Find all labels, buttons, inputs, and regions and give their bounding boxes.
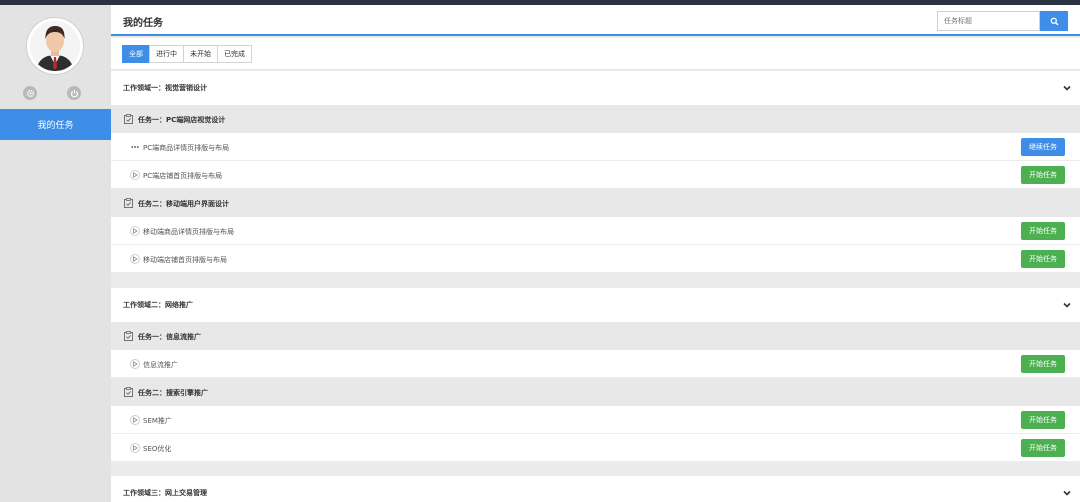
start-task-button[interactable]: 开始任务 <box>1021 355 1065 373</box>
work-area-title: 工作领域一：视觉营销设计 <box>123 84 207 92</box>
sidebar-item-my-tasks[interactable]: 我的任务 <box>0 109 111 140</box>
play-icon <box>130 254 140 264</box>
subtask-row: 移动端商品详情页排版与布局 开始任务 <box>111 217 1080 245</box>
subtask-label: 移动端商品详情页排版与布局 <box>143 228 234 236</box>
work-area-title: 工作领域二：网络推广 <box>123 301 193 309</box>
task-title: 任务二：移动端用户界面设计 <box>138 200 229 208</box>
task-title: 任务二：搜索引擎推广 <box>138 389 208 397</box>
clipboard-check-icon <box>124 198 133 208</box>
subtask-label: PC端商品详情页排版与布局 <box>143 144 230 152</box>
tab-3[interactable]: 已完成 <box>217 45 252 63</box>
chevron-down-icon[interactable] <box>1062 488 1072 498</box>
side-icon-bar <box>0 86 111 100</box>
subtask-row: 信息流推广 开始任务 <box>111 350 1080 378</box>
chevron-down-icon[interactable] <box>1062 83 1072 93</box>
work-area-header[interactable]: 工作领域二：网络推广 <box>111 288 1080 322</box>
task-row: 任务一：信息流推广 <box>111 322 1080 350</box>
gear-icon[interactable] <box>23 86 37 100</box>
play-icon <box>130 170 140 180</box>
subtask-label: 信息流推广 <box>143 361 178 369</box>
tab-2[interactable]: 未开始 <box>183 45 218 63</box>
clipboard-check-icon <box>124 387 133 397</box>
work-area-header[interactable]: 工作领域一：视觉营销设计 <box>111 71 1080 105</box>
play-icon <box>130 226 140 236</box>
subtask-row: PC端店铺首页排版与布局 开始任务 <box>111 161 1080 189</box>
play-icon <box>130 359 140 369</box>
subtask-row: SEO优化 开始任务 <box>111 434 1080 462</box>
play-icon <box>130 415 140 425</box>
start-task-button[interactable]: 开始任务 <box>1021 222 1065 240</box>
main-content: 我的任务 全部进行中未开始已完成 工作领域一：视觉营销设计任务一：PC端网店视觉… <box>111 5 1080 502</box>
subtask-row: SEM推广 开始任务 <box>111 406 1080 434</box>
tab-1[interactable]: 进行中 <box>149 45 184 63</box>
play-icon <box>130 443 140 453</box>
task-row: 任务一：PC端网店视觉设计 <box>111 105 1080 133</box>
task-row: 任务二：搜索引擎推广 <box>111 378 1080 406</box>
work-area: 工作领域一：视觉营销设计任务一：PC端网店视觉设计 PC端商品详情页排版与布局 继续… <box>111 71 1080 273</box>
work-area-title: 工作领域三：网上交易管理 <box>123 489 207 497</box>
page-header: 我的任务 <box>111 5 1080 36</box>
search-button[interactable] <box>1040 11 1068 31</box>
clipboard-check-icon <box>124 331 133 341</box>
subtask-label: SEO优化 <box>143 445 172 453</box>
clipboard-check-icon <box>124 114 133 124</box>
start-task-button[interactable]: 开始任务 <box>1021 250 1065 268</box>
subtask-label: PC端店铺首页排版与布局 <box>143 172 223 180</box>
chevron-down-icon[interactable] <box>1062 300 1072 310</box>
user-avatar-icon <box>30 21 80 71</box>
work-area: 工作领域二：网络推广 任务一：信息流推广 信息流推广 开始任务 任务二：搜索引擎推广 SE… <box>111 288 1080 462</box>
subtask-label: 移动端店铺首页排版与布局 <box>143 256 227 264</box>
work-area-header[interactable]: 工作领域三：网上交易管理 <box>111 476 1080 502</box>
task-title: 任务一：信息流推广 <box>138 333 201 341</box>
power-icon[interactable] <box>67 86 81 100</box>
sidebar: 我的任务 <box>0 5 111 502</box>
filter-tabs-bar: 全部 进行中 未开始 已完成 <box>111 38 1080 70</box>
search-input[interactable] <box>937 11 1040 31</box>
continue-task-button[interactable]: 继续任务 <box>1021 138 1065 156</box>
subtask-row: PC端商品详情页排版与布局 继续任务 <box>111 133 1080 161</box>
ellipsis-icon <box>130 142 140 152</box>
tab-0[interactable]: 全部 <box>122 45 150 63</box>
task-title: 任务一：PC端网店视觉设计 <box>138 116 226 124</box>
work-area: 工作领域三：网上交易管理 <box>111 476 1080 502</box>
start-task-button[interactable]: 开始任务 <box>1021 439 1065 457</box>
avatar[interactable] <box>27 18 83 74</box>
subtask-row: 移动端店铺首页排版与布局 开始任务 <box>111 245 1080 273</box>
start-task-button[interactable]: 开始任务 <box>1021 411 1065 429</box>
page-title: 我的任务 <box>123 18 163 29</box>
search-icon <box>1050 17 1058 25</box>
start-task-button[interactable]: 开始任务 <box>1021 166 1065 184</box>
filter-tabs: 全部 进行中 未开始 已完成 <box>122 45 252 63</box>
subtask-label: SEM推广 <box>143 417 172 425</box>
task-row: 任务二：移动端用户界面设计 <box>111 189 1080 217</box>
